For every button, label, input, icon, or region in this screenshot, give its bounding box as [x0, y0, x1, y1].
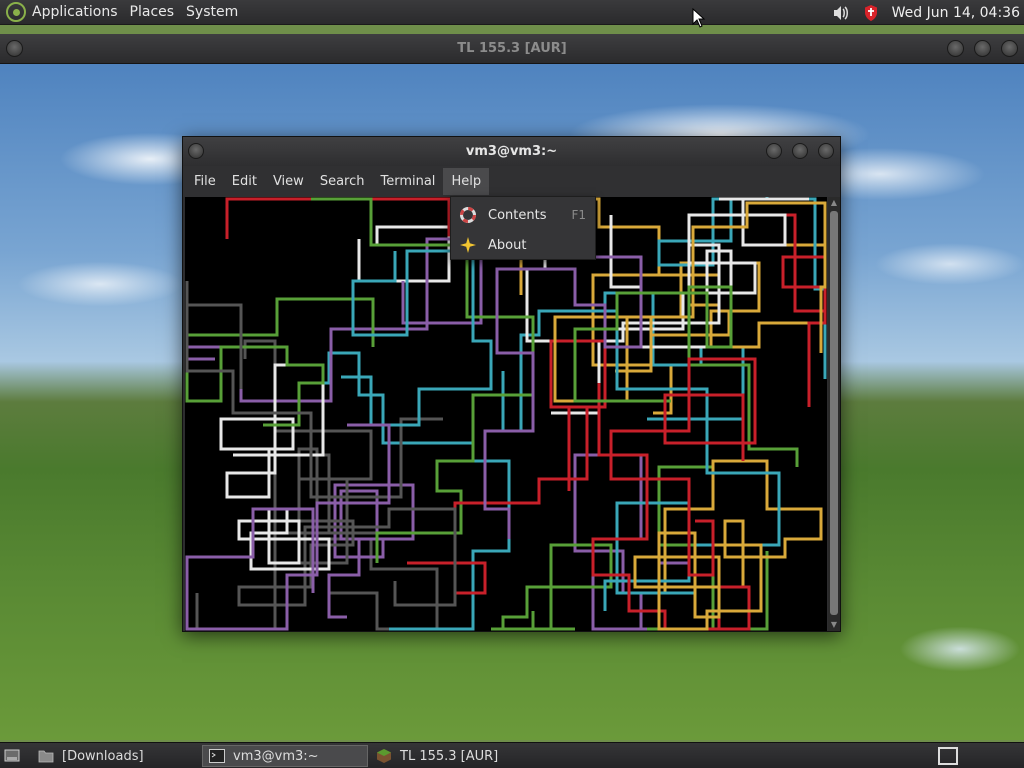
menu-terminal[interactable]: Terminal [372, 168, 443, 195]
bottom-taskbar: [Downloads] vm3@vm3:~ TL 155.3 [AUR] [0, 742, 1024, 768]
taskbar-downloads-label: [Downloads] [62, 748, 144, 764]
minimize-button[interactable] [947, 40, 964, 57]
terminal-title: vm3@vm3:~ [465, 144, 558, 159]
maximize-button[interactable] [974, 40, 991, 57]
terminal-icon [209, 749, 225, 763]
pipes-animation [185, 197, 827, 631]
mint-logo-icon[interactable] [6, 2, 26, 22]
pipe-line [573, 285, 799, 467]
system-menu[interactable]: System [180, 4, 244, 20]
pipe-line [185, 297, 375, 427]
folder-icon [38, 749, 54, 763]
background-window-title: TL 155.3 [AUR] [457, 41, 567, 56]
scroll-down-icon[interactable]: ▼ [829, 620, 839, 630]
terminal-minimize-button[interactable] [766, 143, 782, 159]
pipe-line [185, 237, 483, 403]
pipe-line [649, 243, 827, 349]
scrollbar-thumb[interactable] [830, 211, 838, 615]
mouse-pointer-icon [692, 8, 706, 28]
top-panel: Applications Places System Wed Jun 14, 0… [0, 0, 1024, 25]
about-star-icon [460, 237, 476, 253]
places-menu[interactable]: Places [124, 4, 181, 20]
terminal-output[interactable] [185, 197, 827, 631]
volume-icon[interactable] [832, 4, 850, 22]
terminal-window-menu-button[interactable] [188, 143, 204, 159]
help-about-item[interactable]: About [451, 230, 595, 260]
menu-file[interactable]: File [186, 168, 224, 195]
help-contents-item[interactable]: Contents F1 [451, 200, 595, 230]
security-shield-icon[interactable] [862, 4, 880, 22]
terminal-maximize-button[interactable] [792, 143, 808, 159]
taskbar-minecraft-label: TL 155.3 [AUR] [400, 748, 499, 764]
pipe-line [587, 197, 809, 331]
help-contents-label: Contents [488, 207, 547, 223]
help-contents-shortcut: F1 [571, 208, 586, 222]
menu-search[interactable]: Search [312, 168, 373, 195]
taskbar-downloads[interactable]: [Downloads] [32, 745, 200, 767]
terminal-close-button[interactable] [818, 143, 834, 159]
terminal-menubar: File Edit View Search Terminal Help [183, 166, 840, 197]
scroll-up-icon[interactable]: ▲ [829, 198, 839, 208]
taskbar-terminal-label: vm3@vm3:~ [233, 748, 319, 764]
help-contents-icon [460, 207, 476, 223]
pipe-line [659, 459, 823, 593]
show-desktop-button[interactable] [0, 745, 28, 767]
terminal-titlebar[interactable]: vm3@vm3:~ [183, 137, 840, 166]
background-window-titlebar[interactable]: TL 155.3 [AUR] [0, 34, 1024, 64]
help-about-label: About [488, 237, 527, 253]
taskbar-minecraft[interactable]: TL 155.3 [AUR] [370, 745, 550, 767]
clock[interactable]: Wed Jun 14, 04:36 [892, 5, 1020, 21]
workspace-switcher[interactable] [938, 747, 958, 765]
minecraft-block-icon [376, 749, 392, 763]
pipe-line [185, 281, 443, 499]
terminal-scrollbar[interactable]: ▲ ▼ [828, 197, 840, 631]
menu-help[interactable]: Help [443, 168, 490, 195]
applications-menu[interactable]: Applications [26, 4, 124, 20]
menu-view[interactable]: View [265, 168, 312, 195]
taskbar-terminal[interactable]: vm3@vm3:~ [202, 745, 368, 767]
close-button[interactable] [1001, 40, 1018, 57]
help-dropdown-menu: Contents F1 About [450, 196, 596, 260]
menu-edit[interactable]: Edit [224, 168, 265, 195]
window-menu-button[interactable] [6, 40, 23, 57]
show-desktop-icon [4, 749, 20, 763]
